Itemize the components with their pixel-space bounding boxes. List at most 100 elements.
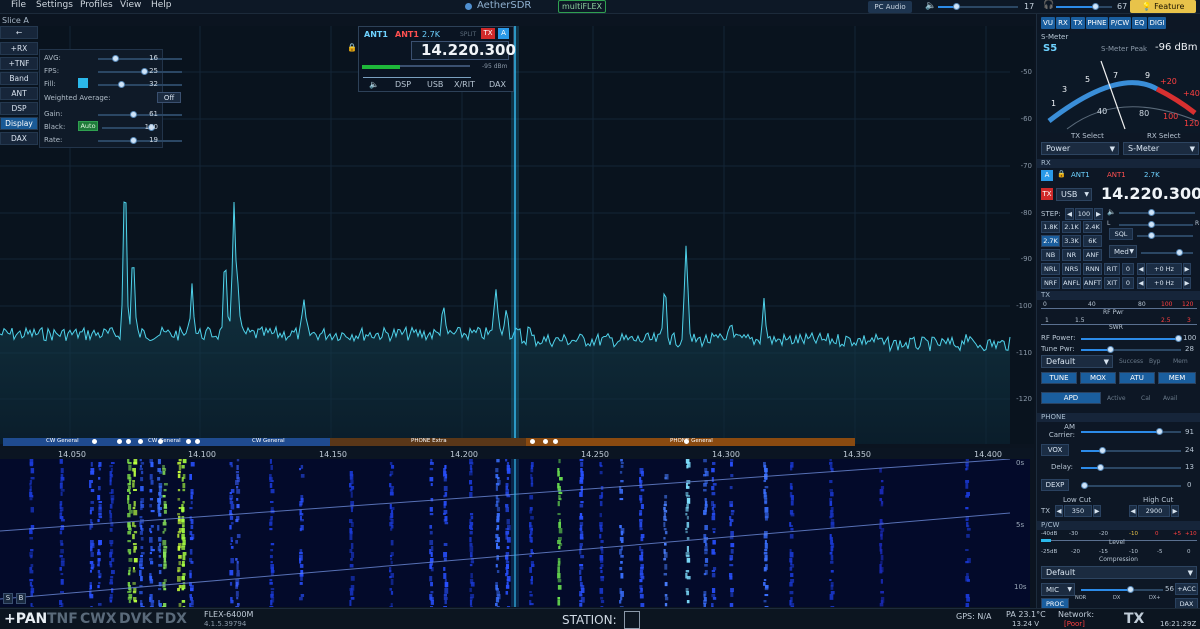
band-button[interactable]: Band: [0, 72, 38, 85]
xit-button[interactable]: XIT: [1104, 277, 1120, 289]
rx-select-combo[interactable]: S-Meter ▼: [1123, 142, 1199, 155]
vfo-frequency[interactable]: 14.220.300: [421, 41, 516, 59]
add-tnf-button[interactable]: +TNF: [0, 57, 38, 70]
tx-profile-combo[interactable]: Default ▼: [1041, 355, 1113, 368]
filter-3.3k[interactable]: 3.3K: [1062, 235, 1081, 247]
rx-slice-letter[interactable]: A: [1041, 170, 1053, 181]
spot-marker[interactable]: [158, 439, 163, 444]
filter-2.1k[interactable]: 2.1K: [1062, 221, 1081, 233]
sql-knob[interactable]: [1148, 232, 1155, 239]
agc-slider[interactable]: [1141, 252, 1193, 254]
menu-settings[interactable]: Settings: [36, 0, 73, 10]
vox-button[interactable]: VOX: [1041, 444, 1069, 456]
wf-b-button[interactable]: B: [16, 593, 26, 604]
tx-button[interactable]: TX: [481, 28, 495, 39]
rx-ant1[interactable]: ANT1: [1071, 171, 1090, 179]
delay-knob[interactable]: [1097, 464, 1104, 471]
apd-button[interactable]: APD: [1041, 392, 1101, 404]
tab-rx[interactable]: RX: [1056, 17, 1070, 29]
fill-color-swatch[interactable]: [78, 78, 88, 88]
black-auto-button[interactable]: Auto: [78, 121, 98, 131]
tab-eq[interactable]: EQ: [1132, 17, 1147, 29]
dexp-button[interactable]: DEXP: [1041, 479, 1069, 491]
fill-knob[interactable]: [118, 81, 125, 88]
lock-icon[interactable]: 🔒: [1057, 170, 1066, 178]
low-cut-down[interactable]: ◀: [1055, 505, 1063, 517]
rit-button[interactable]: RIT: [1104, 263, 1120, 275]
vox-knob[interactable]: [1099, 447, 1106, 454]
rx-ant2[interactable]: ANT1: [1107, 171, 1126, 179]
nrf-button[interactable]: NRF: [1041, 277, 1060, 289]
spot-marker[interactable]: [195, 439, 200, 444]
display-button[interactable]: Display: [0, 117, 38, 130]
spot-marker[interactable]: [186, 439, 191, 444]
pan-slider[interactable]: [1119, 224, 1193, 226]
wf-s-button[interactable]: S: [3, 593, 13, 604]
spot-marker[interactable]: [543, 439, 548, 444]
tune-power-knob[interactable]: [1107, 346, 1114, 353]
rit-up[interactable]: ▶: [1183, 263, 1191, 275]
sql-button[interactable]: SQL: [1109, 228, 1133, 240]
add-rx-button[interactable]: +RX: [0, 42, 38, 55]
mic-source-combo[interactable]: MIC ▼: [1041, 583, 1075, 596]
rit-down[interactable]: ◀: [1137, 263, 1145, 275]
gain-knob[interactable]: [130, 111, 137, 118]
filter-1.8k[interactable]: 1.8K: [1041, 221, 1060, 233]
xit-up[interactable]: ▶: [1183, 277, 1191, 289]
dexp-knob[interactable]: [1081, 482, 1088, 489]
nrl-button[interactable]: NRL: [1041, 263, 1060, 275]
agc-knob[interactable]: [1176, 249, 1183, 256]
sql-slider[interactable]: [1137, 235, 1193, 237]
am-carrier-knob[interactable]: [1156, 428, 1163, 435]
waterfall[interactable]: 0s 5s 10s S B: [0, 459, 1030, 607]
xit-down[interactable]: ◀: [1137, 277, 1145, 289]
anfl-button[interactable]: ANFL: [1062, 277, 1081, 289]
pan-add-button[interactable]: +PAN: [4, 611, 47, 627]
dax-button[interactable]: DAX: [0, 132, 38, 145]
mox-button[interactable]: MOX: [1080, 372, 1116, 384]
lock-icon[interactable]: 🔒: [347, 43, 357, 52]
vfo-xrit-tab[interactable]: X/RIT: [454, 80, 475, 89]
split-button[interactable]: SPLIT: [460, 31, 476, 38]
rate-knob[interactable]: [130, 137, 137, 144]
weighted-average-toggle[interactable]: Off: [157, 92, 181, 103]
menu-view[interactable]: View: [120, 0, 141, 10]
tab-vu[interactable]: VU: [1041, 17, 1055, 29]
rf-power-knob[interactable]: [1175, 335, 1182, 342]
pc-audio-button[interactable]: PC Audio: [868, 1, 912, 13]
filter-2.4k[interactable]: 2.4K: [1083, 221, 1102, 233]
slice-vfo-flag[interactable]: ANT1 ANT1 2.7K SPLIT TX A 🔒 14.220.300 -…: [347, 26, 516, 92]
nrs-button[interactable]: NRS: [1062, 263, 1081, 275]
filter-6k[interactable]: 6K: [1083, 235, 1102, 247]
cwx-button[interactable]: CWX: [80, 611, 117, 627]
rx-antenna[interactable]: ANT1: [364, 30, 388, 39]
step-down-button[interactable]: ◀: [1065, 208, 1074, 220]
avg-knob[interactable]: [112, 55, 119, 62]
mic-profile-combo[interactable]: Default ▼: [1041, 566, 1197, 579]
spot-marker[interactable]: [553, 439, 558, 444]
vfo-dsp-tab[interactable]: DSP: [395, 80, 411, 89]
tab-pcw[interactable]: P/CW: [1109, 17, 1131, 29]
spot-marker[interactable]: [117, 439, 122, 444]
menu-help[interactable]: Help: [151, 0, 172, 10]
ant-button[interactable]: ANT: [0, 87, 38, 100]
station-field[interactable]: [624, 611, 640, 629]
vfo-dax-tab[interactable]: DAX: [489, 80, 506, 89]
nb-button[interactable]: NB: [1041, 249, 1060, 261]
acc-button[interactable]: +ACC: [1175, 583, 1198, 595]
spot-marker[interactable]: [138, 439, 143, 444]
mode-combo[interactable]: USB ▼: [1056, 188, 1092, 201]
rx-tx-button[interactable]: TX: [1041, 188, 1053, 200]
tnf-button[interactable]: TNF: [47, 611, 78, 627]
feature-request-button[interactable]: 💡 Feature Request: [1130, 0, 1196, 24]
low-cut-up[interactable]: ▶: [1093, 505, 1101, 517]
anft-button[interactable]: ANFT: [1083, 277, 1102, 289]
spot-marker[interactable]: [530, 439, 535, 444]
filter-2.7k[interactable]: 2.7K: [1041, 235, 1060, 247]
atu-button[interactable]: ATU: [1119, 372, 1155, 384]
menu-file[interactable]: File: [11, 0, 26, 10]
mem-button[interactable]: MEM: [1158, 372, 1196, 384]
spot-marker[interactable]: [92, 439, 97, 444]
mic-level-knob[interactable]: [1127, 586, 1134, 593]
multiflex-badge[interactable]: multiFLEX: [558, 0, 607, 13]
